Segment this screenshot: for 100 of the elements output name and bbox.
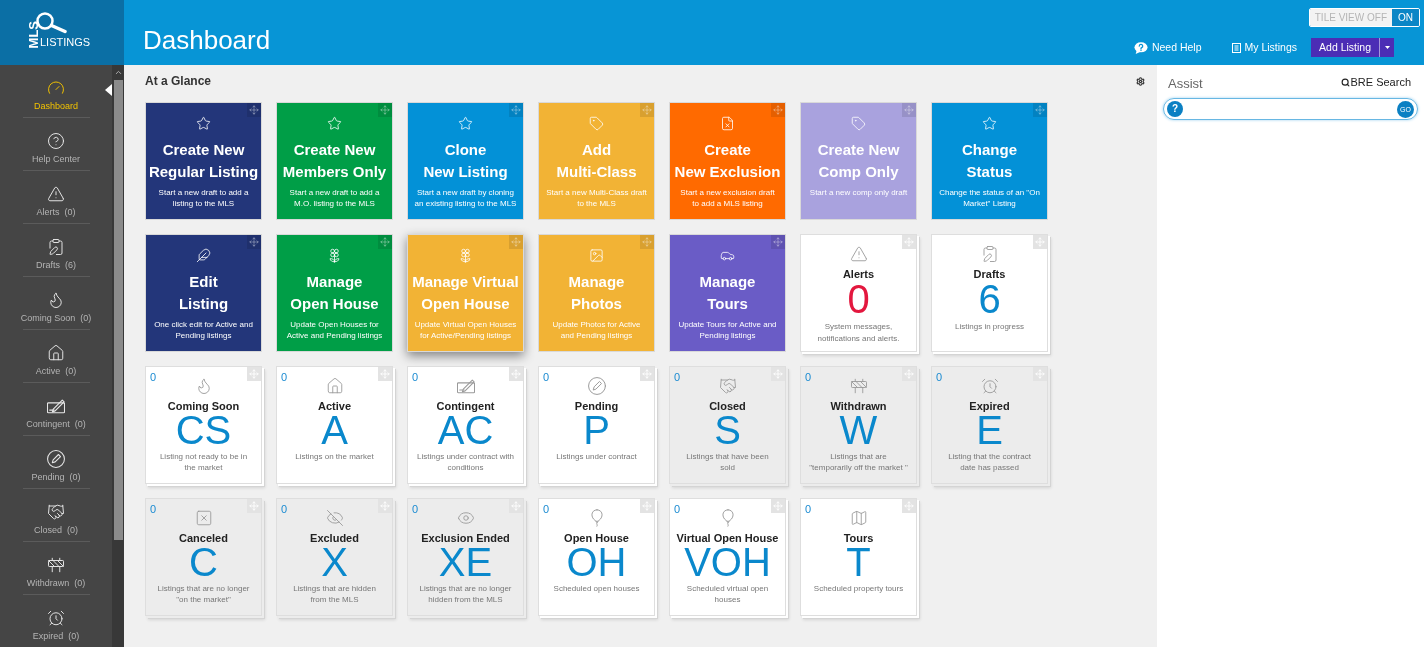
action-tile[interactable]: Manage Open House Update Open Houses for Active and Pending listings <box>276 234 393 352</box>
action-tile[interactable]: Manage Tours Update Tours for Active and Pending listings <box>669 234 786 352</box>
move-handle-icon[interactable] <box>902 367 916 381</box>
tile-title: Clone New Listing <box>423 140 508 182</box>
status-tile[interactable]: 0 Closed S Listings that have been sold <box>669 366 786 484</box>
scroll-up-icon[interactable] <box>113 68 123 77</box>
tile-label: Virtual Open House <box>676 531 779 545</box>
move-handle-icon[interactable] <box>247 499 261 513</box>
status-tile[interactable]: 0 Virtual Open House VOH Scheduled virtual open houses <box>669 498 786 616</box>
tile-description: Listings that are "temporarily off the market " <box>808 451 909 473</box>
status-tile[interactable]: 0 Active A Listings on the market <box>276 366 393 484</box>
settings-icon[interactable] <box>1136 76 1145 86</box>
counter-value: 0 <box>847 281 870 317</box>
move-handle-icon[interactable] <box>902 499 916 513</box>
status-tile[interactable]: 0 Withdrawn W Listings that are "temporarily off the market " <box>800 366 917 484</box>
tile-description: Listings in progress <box>954 321 1025 333</box>
pencil-circle-icon <box>47 450 65 468</box>
tile-description: Start a new draft to add a M.O. listing to the MLS <box>288 187 381 209</box>
status-tile[interactable]: 0 Excluded X Listings that are hidden from the MLS <box>276 498 393 616</box>
move-handle-icon[interactable] <box>771 499 785 513</box>
warning-icon <box>47 185 65 203</box>
move-handle-icon[interactable] <box>509 235 523 249</box>
tile-view-toggle[interactable]: TILE VIEW OFF ON <box>1308 8 1420 27</box>
move-handle-icon[interactable] <box>640 103 654 117</box>
add-listing-button[interactable]: Add Listing <box>1311 38 1379 57</box>
tile-description: Start a new draft to add a listing to the MLS <box>157 187 250 209</box>
sidebar-item[interactable]: Active (0) <box>0 330 112 382</box>
scrollbar-thumb[interactable] <box>113 80 123 540</box>
tile-description: Change the status of an "On Market" Listing <box>938 187 1041 209</box>
status-tile[interactable]: 0 Pending P Listings under contract <box>538 366 655 484</box>
tile-label: Withdrawn <box>830 399 887 413</box>
gauge-icon <box>47 79 65 97</box>
sidebar-item[interactable]: Help Center <box>0 118 112 170</box>
toggle-on-option[interactable]: ON <box>1392 9 1419 26</box>
action-tile[interactable]: Create New Exclusion Start a new exclusion draft to add a MLS listing <box>669 102 786 220</box>
sidebar-item[interactable]: Withdrawn (0) <box>0 542 112 594</box>
status-tile[interactable]: 0 Canceled C Listings that are no longer "on the market" <box>145 498 262 616</box>
status-code: S <box>714 413 741 447</box>
tile-label: Contingent <box>436 399 495 413</box>
bre-search-link[interactable]: BRE Search <box>1341 76 1411 89</box>
add-listing-dropdown[interactable] <box>1379 38 1394 57</box>
flower-icon <box>327 248 342 263</box>
move-handle-icon[interactable] <box>640 499 654 513</box>
move-handle-icon[interactable] <box>640 367 654 381</box>
tile-label: Excluded <box>310 531 359 545</box>
sidebar-item[interactable]: Contingent (0) <box>0 383 112 435</box>
tile-count: 0 <box>543 371 550 383</box>
move-handle-icon[interactable] <box>771 367 785 381</box>
tile-description: Scheduled open houses <box>552 583 641 594</box>
my-listings-link[interactable]: My Listings <box>1231 39 1298 56</box>
counter-tile[interactable]: Alerts 0 System messages, notifications and alerts. <box>800 234 917 352</box>
tile-description: Listings under contract <box>555 451 638 462</box>
move-handle-icon[interactable] <box>509 103 523 117</box>
action-tile[interactable]: Edit Listing One click edit for Active and Pending listings <box>145 234 262 352</box>
move-handle-icon[interactable] <box>902 235 916 249</box>
move-handle-icon[interactable] <box>640 235 654 249</box>
tile-title: Manage Open House <box>290 272 379 314</box>
square-x-icon <box>194 509 213 527</box>
action-tile[interactable]: Create New Regular Listing Start a new draft to add a listing to the MLS <box>145 102 262 220</box>
action-tile[interactable]: Create New Members Only Start a new draft to add a M.O. listing to the MLS <box>276 102 393 220</box>
move-handle-icon[interactable] <box>247 367 261 381</box>
tile-label: Closed <box>709 399 746 413</box>
move-handle-icon[interactable] <box>247 103 261 117</box>
status-tile[interactable]: 0 Contingent AC Listings under contract with conditions <box>407 366 524 484</box>
move-handle-icon[interactable] <box>378 235 392 249</box>
sidebar-item[interactable]: Closed (0) <box>0 489 112 541</box>
status-tile[interactable]: 0 Exclusion Ended XE Listings that are no longer hidden from the MLS <box>407 498 524 616</box>
move-handle-icon[interactable] <box>378 367 392 381</box>
sidebar-item[interactable]: Alerts (0) <box>0 171 112 223</box>
status-tile[interactable]: 0 Open House OH Scheduled open houses <box>538 498 655 616</box>
move-handle-icon[interactable] <box>1033 235 1047 249</box>
action-tile[interactable]: Change Status Change the status of an "On Market" Listing <box>931 102 1048 220</box>
move-handle-icon[interactable] <box>1033 103 1047 117</box>
move-handle-icon[interactable] <box>902 103 916 117</box>
move-handle-icon[interactable] <box>247 235 261 249</box>
caret-icon <box>1384 46 1390 49</box>
move-handle-icon[interactable] <box>1033 367 1047 381</box>
tile-description: Start a new Multi-Class draft to the MLS <box>545 187 648 209</box>
move-handle-icon[interactable] <box>378 103 392 117</box>
move-handle-icon[interactable] <box>509 367 523 381</box>
counter-tile[interactable]: Drafts 6 Listings in progress <box>931 234 1048 352</box>
sidebar-item[interactable]: Expired (0) <box>0 595 112 647</box>
need-help-link[interactable]: Need Help <box>1133 39 1202 56</box>
move-handle-icon[interactable] <box>378 499 392 513</box>
sidebar-item[interactable]: Coming Soon (0) <box>0 277 112 329</box>
sidebar-item[interactable]: Pending (0) <box>0 436 112 488</box>
status-tile[interactable]: 0 Coming Soon CS Listing not ready to be in the market <box>145 366 262 484</box>
help-button[interactable]: ? <box>1167 101 1183 117</box>
action-tile[interactable]: Clone New Listing Start a new draft by cloning an existing listing to the MLS <box>407 102 524 220</box>
feather-icon <box>196 248 211 263</box>
tile-title: Add Multi-Class <box>556 140 637 182</box>
move-handle-icon[interactable] <box>771 103 785 117</box>
status-tile[interactable]: 0 Expired E Listing that the contract date has passed <box>931 366 1048 484</box>
search-icon <box>1341 78 1351 87</box>
move-handle-icon[interactable] <box>509 499 523 513</box>
tile-count: 0 <box>150 503 157 515</box>
sidebar-item[interactable]: Drafts (6) <box>0 224 112 276</box>
house-icon <box>325 377 344 395</box>
move-handle-icon[interactable] <box>771 235 785 249</box>
status-tile[interactable]: 0 Tours T Scheduled property tours <box>800 498 917 616</box>
